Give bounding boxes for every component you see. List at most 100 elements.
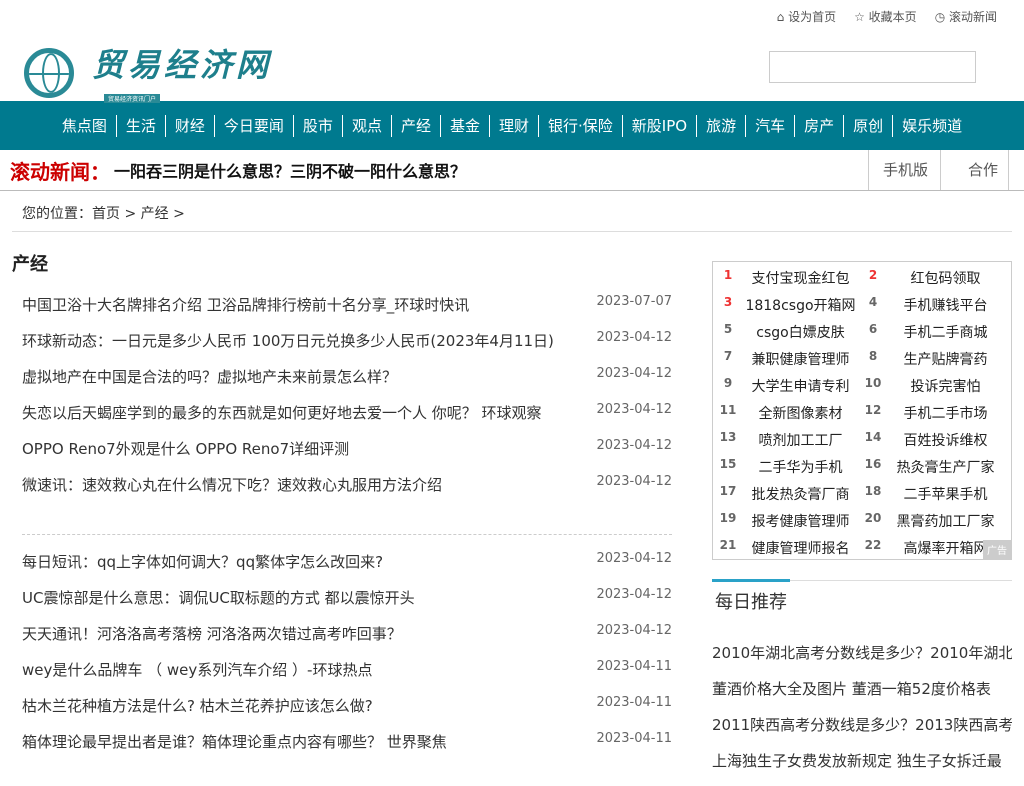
article-link[interactable]: 天天通讯！河洛洛高考落榜 河洛洛两次错过高考咋回事？ xyxy=(22,623,402,659)
recommend-link[interactable]: 2010年湖北高考分数线是多少？2010年湖北 xyxy=(712,642,1012,678)
nav-item[interactable]: 基金 xyxy=(439,114,489,137)
nav-item[interactable]: 焦点图 xyxy=(53,115,116,137)
article-link[interactable]: 每日短讯：qq上字体如何调大？qq繁体字怎么改回来? xyxy=(22,551,383,587)
nav-item[interactable]: 娱乐频道 xyxy=(892,114,971,137)
ad-item[interactable]: 22 高爆率开箱网 xyxy=(858,538,1003,558)
top-link[interactable]: ⌂ 设为首页 xyxy=(777,8,836,25)
recommend-link[interactable]: 上海独生子女费发放新规定 独生子女拆迁最 xyxy=(712,750,1012,786)
ad-link: 黑膏药加工厂家 xyxy=(896,513,995,530)
nav-item[interactable]: 汽车 xyxy=(745,114,794,137)
logo[interactable]: 贸易经济网 贸易经济资讯门户 xyxy=(24,40,272,105)
ad-item[interactable]: 19 报考健康管理师 xyxy=(713,511,858,531)
ticker-headline[interactable]: 一阳吞三阴是什么意思？三阴不破一阳什么意思？ xyxy=(114,158,466,182)
article-row: UC震惊部是什么意思：调侃UC取标题的方式 都以震惊开头 2023-04-12 xyxy=(22,587,672,623)
article-section: 产经 中国卫浴十大名牌排名介绍 卫浴品牌排行榜前十名分享_环球时快讯 2023-0… xyxy=(12,250,672,767)
nav-item[interactable]: 今日要闻 xyxy=(213,114,293,137)
nav-item[interactable]: 银行·保险 xyxy=(538,114,622,137)
ad-link: 红包码领取 xyxy=(910,270,981,287)
ad-item[interactable]: 20 黑膏药加工厂家 xyxy=(858,511,1003,531)
ad-link: 批发热灸膏厂商 xyxy=(751,486,850,503)
article-link[interactable]: 微速讯：速效救心丸在什么情况下吃？速效救心丸服用方法介绍 xyxy=(22,474,442,510)
ad-item[interactable]: 4 手机赚钱平台 xyxy=(858,295,1003,315)
ad-item[interactable]: 10 投诉完害怕 xyxy=(858,376,1003,396)
nav-item[interactable]: 房产 xyxy=(794,114,843,137)
article-list: 每日短讯：qq上字体如何调大？qq繁体字怎么改回来? 2023-04-12 UC震惊… xyxy=(12,551,672,767)
ad-link: 二手苹果手机 xyxy=(903,486,988,503)
ad-item[interactable]: 16 热灸膏生产厂家 xyxy=(858,457,1003,477)
ad-item[interactable]: 6 手机二手商城 xyxy=(858,322,1003,342)
ad-link: csgo白嫖皮肤 xyxy=(756,324,845,341)
nav-item[interactable]: 产经 xyxy=(390,114,440,137)
ad-item[interactable]: 8 生产贴牌膏药 xyxy=(858,349,1003,369)
article-link[interactable]: UC震惊部是什么意思：调侃UC取标题的方式 都以震惊开头 xyxy=(22,587,415,623)
divider xyxy=(22,534,672,535)
article-link[interactable]: 虚拟地产在中国是合法的吗？虚拟地产未来前景怎么样？ xyxy=(22,366,397,402)
ad-item[interactable]: 14 百姓投诉维权 xyxy=(858,430,1003,450)
nav-item[interactable]: 旅游 xyxy=(696,114,745,137)
ad-row: 19 报考健康管理师 20 黑膏药加工厂家 xyxy=(713,507,1011,534)
news-ticker: 滚动新闻： 一阳吞三阴是什么意思？三阴不破一阳什么意思？ 手机版 合作 xyxy=(0,150,1024,191)
ad-item[interactable]: 21 健康管理师报名 xyxy=(713,538,858,558)
article-link[interactable]: 中国卫浴十大名牌排名介绍 卫浴品牌排行榜前十名分享_环球时快讯 xyxy=(22,294,469,330)
nav-item[interactable]: 理财 xyxy=(488,114,538,137)
rank-number: 2 xyxy=(868,267,878,282)
article-date: 2023-04-11 xyxy=(596,659,672,674)
ad-row: 1 支付宝现金红包 2 红包码领取 xyxy=(713,264,1011,291)
article-row: 箱体理论最早提出者是谁？箱体理论重点内容有哪些？ 世界聚焦 2023-04-11 xyxy=(22,731,672,767)
ad-item[interactable]: 1 支付宝现金红包 xyxy=(713,268,858,288)
article-date: 2023-04-11 xyxy=(596,731,672,746)
article-link[interactable]: OPPO Reno7外观是什么 OPPO Reno7详细评测 xyxy=(22,438,349,474)
rank-number: 4 xyxy=(868,294,878,309)
article-date: 2023-04-12 xyxy=(596,474,672,489)
ad-item[interactable]: 17 批发热灸膏厂商 xyxy=(713,484,858,504)
article-link[interactable]: 枯木兰花种植方法是什么? 枯木兰花养护应该怎么做? xyxy=(22,695,373,731)
nav-item[interactable]: 原创 xyxy=(843,114,892,137)
nav-item[interactable]: 观点 xyxy=(341,114,391,137)
recommend-link[interactable]: 2011陕西高考分数线是多少？2013陕西高考 xyxy=(712,714,1012,750)
article-row: 失恋以后天蝎座学到的最多的东西就是如何更好地去爱一个人 你呢？ 环球观察 2023… xyxy=(22,402,672,438)
ad-item[interactable]: 18 二手苹果手机 xyxy=(858,484,1003,504)
article-date: 2023-07-07 xyxy=(596,294,672,309)
top-links: ⌂ 设为首页 ☆ 收藏本页 ◷ 滚动新闻 xyxy=(777,8,997,25)
article-link[interactable]: 箱体理论最早提出者是谁？箱体理论重点内容有哪些？ 世界聚焦 xyxy=(22,731,447,767)
breadcrumb: 您的位置：首页 > 产经 > xyxy=(12,203,1012,232)
rank-number: 11 xyxy=(719,402,737,417)
mobile-link[interactable]: 手机版 xyxy=(867,150,940,190)
ad-item[interactable]: 12 手机二手市场 xyxy=(858,403,1003,423)
article-date: 2023-04-12 xyxy=(596,438,672,453)
rank-number: 20 xyxy=(864,510,882,525)
ad-item[interactable]: 11 全新图像素材 xyxy=(713,403,858,423)
ad-item[interactable]: 3 1818csgo开箱网 xyxy=(713,295,858,315)
logo-subtitle: 贸易经济资讯门户 xyxy=(104,94,161,103)
ad-item[interactable]: 13 喷剂加工工厂 xyxy=(713,430,858,450)
ad-item[interactable]: 2 红包码领取 xyxy=(858,268,1003,288)
globe-icon xyxy=(24,47,74,98)
nav-item[interactable]: 新股IPO xyxy=(621,114,696,137)
top-link[interactable]: ◷ 滚动新闻 xyxy=(935,8,997,25)
nav-item[interactable]: 股市 xyxy=(292,114,342,137)
ad-link: 健康管理师报名 xyxy=(751,540,850,557)
ad-item[interactable]: 7 兼职健康管理师 xyxy=(713,349,858,369)
cooperation-link[interactable]: 合作 xyxy=(939,150,1009,190)
ad-item[interactable]: 15 二手华为手机 xyxy=(713,457,858,477)
article-row: 虚拟地产在中国是合法的吗？虚拟地产未来前景怎么样？ 2023-04-12 xyxy=(22,366,672,402)
clock-icon: ◷ xyxy=(934,10,949,24)
ad-item[interactable]: 9 大学生申请专利 xyxy=(713,376,858,396)
ad-link: 生产贴牌膏药 xyxy=(903,351,988,368)
article-link[interactable]: 环球新动态：一日元是多少人民币 100万日元兑换多少人民币(2023年4月11日… xyxy=(22,330,554,366)
ad-item[interactable]: 5 csgo白嫖皮肤 xyxy=(713,322,858,342)
article-link[interactable]: 失恋以后天蝎座学到的最多的东西就是如何更好地去爱一个人 你呢？ 环球观察 xyxy=(22,402,542,438)
ad-row: 21 健康管理师报名 22 高爆率开箱网 xyxy=(713,534,1011,561)
nav-item[interactable]: 财经 xyxy=(164,114,214,137)
recommend-link[interactable]: 董酒价格大全及图片 董酒一箱52度价格表 xyxy=(712,678,1012,714)
top-link[interactable]: ☆ 收藏本页 xyxy=(854,8,917,25)
search-input[interactable] xyxy=(769,51,976,83)
article-row: 枯木兰花种植方法是什么? 枯木兰花养护应该怎么做? 2023-04-11 xyxy=(22,695,672,731)
ad-link: 支付宝现金红包 xyxy=(751,270,850,287)
rank-number: 19 xyxy=(719,510,737,525)
nav-item[interactable]: 生活 xyxy=(115,114,165,137)
article-date: 2023-04-11 xyxy=(596,695,672,710)
article-link[interactable]: wey是什么品牌车 （ wey系列汽车介绍 ）-环球热点 xyxy=(22,659,372,695)
ad-link: 1818csgo开箱网 xyxy=(745,297,856,314)
rank-number: 13 xyxy=(719,429,737,444)
